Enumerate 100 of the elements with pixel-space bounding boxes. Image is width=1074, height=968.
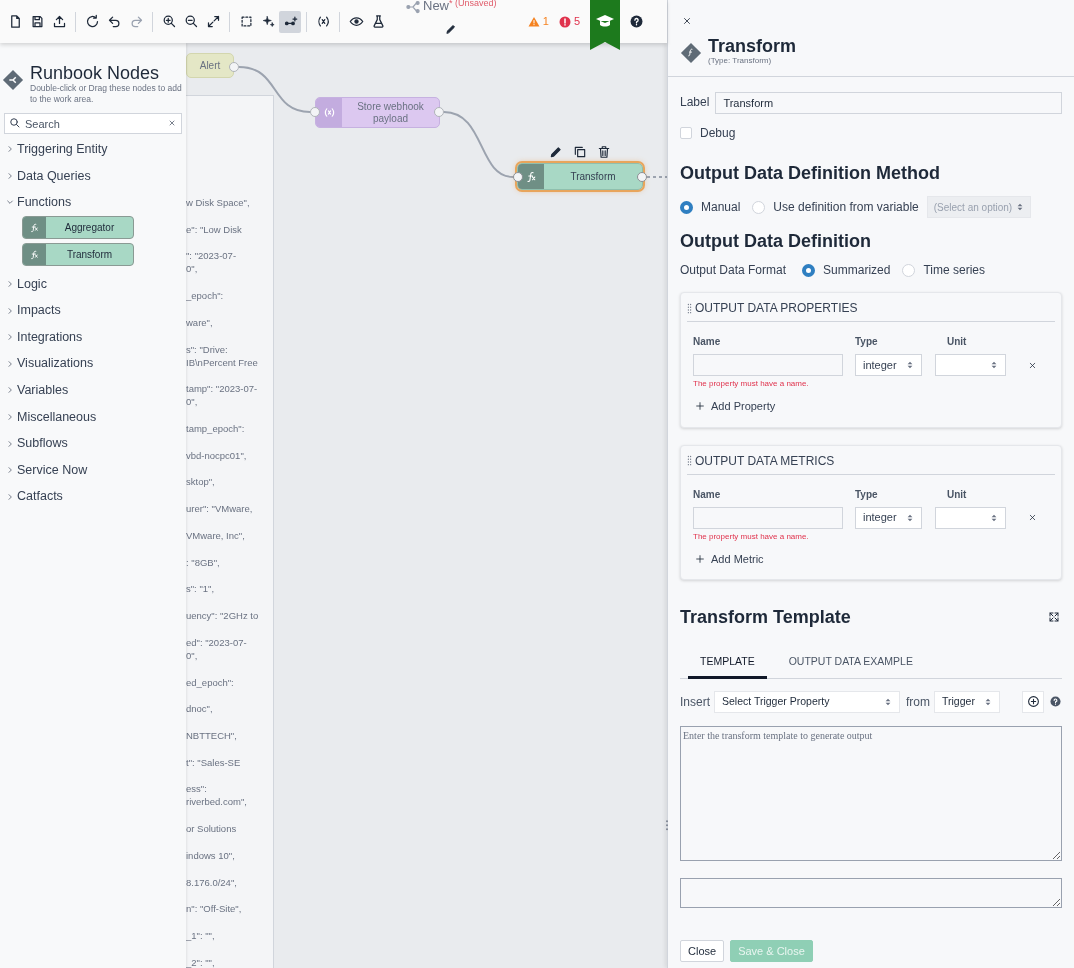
radio-label: Summarized [823,262,891,279]
payload-text: urer": "VMware, [186,502,254,516]
drag-handle-icon[interactable] [687,302,692,314]
save-icon [29,14,45,29]
zoom-out-icon [183,14,199,29]
field-label: Output Data Format [680,262,787,279]
radio-label: Time series [923,262,985,279]
column-header: Type [855,335,879,349]
node-chip[interactable]: Transform [22,242,134,266]
category-item[interactable]: Impacts [0,297,186,324]
node-chip[interactable]: Aggregator [22,215,134,239]
panel-title: Transform [708,36,797,56]
zoom-in-icon [161,14,177,29]
trash-icon[interactable] [597,145,611,159]
tab[interactable]: OUTPUT DATA EXAMPLE [776,654,925,679]
flask-icon [370,14,386,29]
rename-button[interactable] [444,22,458,36]
redo-icon [128,14,144,29]
chevron-right-icon [6,171,14,180]
source-select[interactable]: Trigger [934,690,1000,713]
category-item[interactable]: Triggering Entity [0,136,186,163]
help-icon[interactable] [1050,696,1061,708]
up-down-caret-icon [906,512,914,523]
payload-text: ware", [186,315,214,329]
expand-icon [205,14,221,29]
clear-icon[interactable] [168,119,176,127]
field-label: Label [680,94,710,111]
connect-nodes-button[interactable] [279,10,301,33]
unsaved-status: * (Unsaved) [449,0,497,8]
category-label: Integrations [17,328,83,346]
category-item[interactable]: Catfacts [0,483,186,511]
radio-button[interactable] [802,263,816,277]
template-editor[interactable]: Enter the transform template to generate output [680,725,1062,861]
search-icon [9,117,21,129]
selection-rectangle-icon [238,14,254,29]
up-down-caret-icon [990,512,998,523]
chevron-down-icon [6,198,14,207]
close-button[interactable]: Close [680,939,725,962]
payload-text: ed": "2023-07- [186,635,248,649]
chevron-right-icon [6,413,14,422]
name-input[interactable] [693,506,843,529]
category-label: Data Queries [17,167,91,185]
flow-icon [405,0,421,14]
pencil-icon[interactable] [549,145,563,159]
category-label: Service Now [17,461,88,479]
payload-text: or Solutions [186,822,238,836]
category-item[interactable]: Functions [0,189,186,216]
name-input[interactable] [693,354,843,376]
category-label: Miscellaneous [17,408,97,426]
type-select[interactable]: integer [855,354,922,376]
payload-text: _2": "", [186,955,216,968]
payload-text: 0", [186,262,199,276]
flow-node[interactable]: Transform [517,163,643,190]
label-input[interactable]: Transform [715,92,1062,114]
insert-button[interactable] [1022,690,1044,713]
function-icon [524,170,538,183]
category-label: Catfacts [17,488,63,506]
category-item[interactable]: Subflows [0,430,186,457]
flow-title: New [423,0,449,14]
learning-ribbon-icon[interactable] [590,0,620,50]
property-select[interactable]: Select Trigger Property [714,690,900,713]
connection-port[interactable] [513,172,523,182]
connection-port[interactable] [637,172,647,182]
add-button[interactable]: Add Property [695,398,776,415]
type-select[interactable]: integer [855,506,922,529]
expand-icon[interactable] [1048,611,1060,623]
debug-checkbox[interactable] [680,127,692,139]
validation-error: The property must have a name. [692,378,810,390]
category-item[interactable]: Data Queries [0,162,186,190]
payload-text: vbd-nocpc01", [186,448,248,462]
category-item[interactable]: Variables [0,377,186,404]
chevron-right-icon [6,306,14,315]
drag-handle-icon[interactable] [687,455,692,466]
copy-icon[interactable] [573,145,587,159]
category-item[interactable]: Miscellaneous [0,403,186,431]
chevron-right-icon [6,359,14,368]
field-label: from [906,693,930,711]
radio-button[interactable] [680,200,693,214]
tab[interactable]: TEMPLATE [688,654,767,679]
payload-text: _1": "", [186,928,216,942]
payload-text: 0", [186,395,199,409]
flow-node[interactable]: Alert [186,53,234,78]
category-item[interactable]: Visualizations [0,350,186,378]
reset-icon [84,14,100,29]
checkbox-label: Debug [700,125,736,142]
pencil-icon [445,23,457,35]
add-button[interactable]: Add Metric [695,550,764,567]
function-icon [29,221,40,233]
payload-text: riverbed.com", [186,795,248,809]
chevron-right-icon [6,439,14,448]
payload-text: n": "Off-Site", [186,902,243,916]
category-item[interactable]: Integrations [0,323,186,351]
undo-icon [106,14,122,29]
add-circle-icon [1026,695,1040,709]
drag-handle-icon[interactable] [665,820,669,831]
category-label: Impacts [17,302,61,320]
category-item[interactable]: Service Now [0,456,186,484]
category-item[interactable]: Logic [0,270,186,298]
search-field[interactable]: Search [4,113,182,134]
radio-label: Manual [701,199,741,216]
